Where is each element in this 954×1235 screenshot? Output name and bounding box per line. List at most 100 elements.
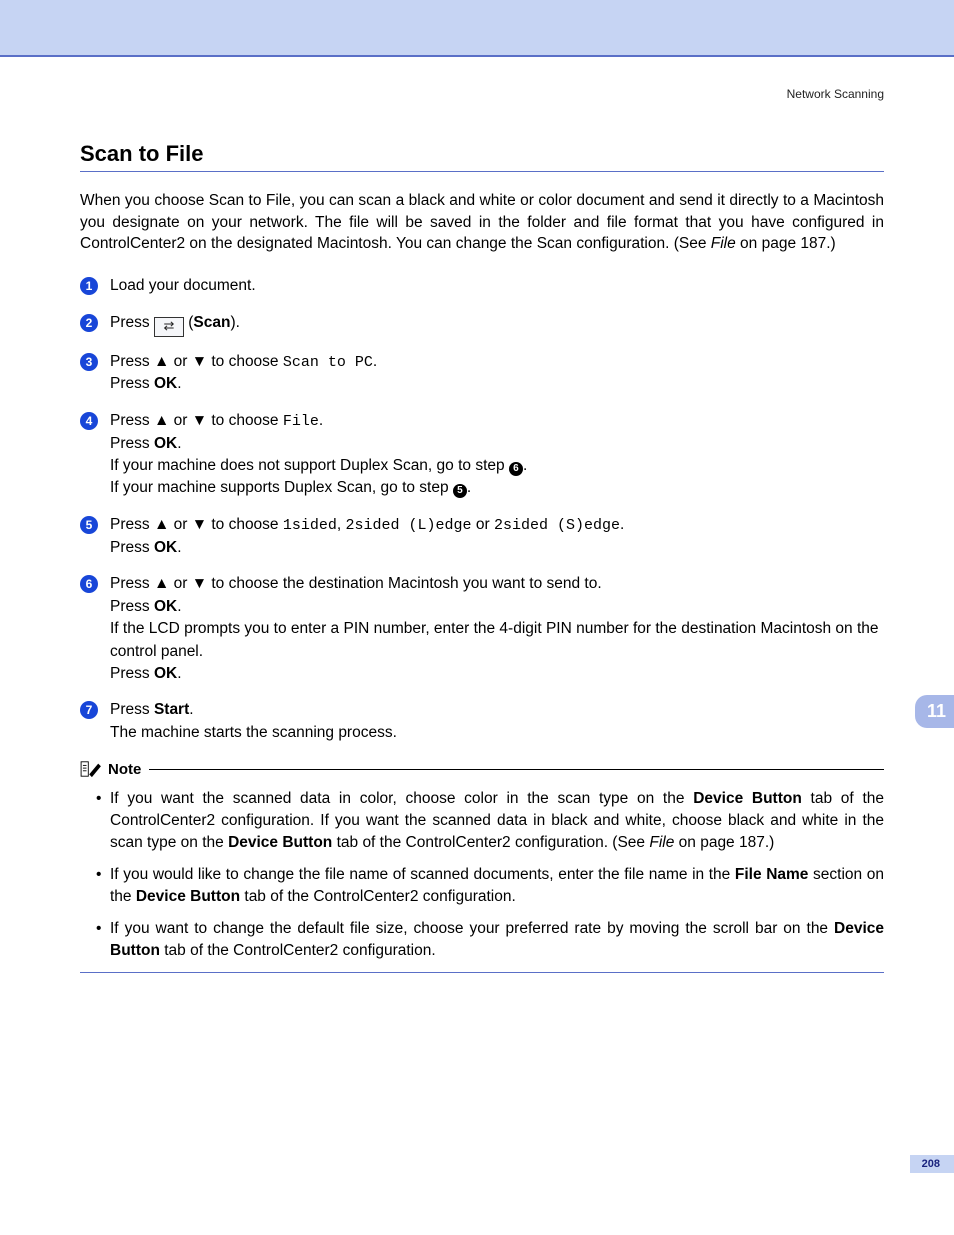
text: on page 187.) [674, 834, 774, 851]
ok-label: OK [154, 598, 177, 615]
text: Press [110, 314, 154, 331]
text: to choose the destination Macintosh you … [207, 575, 602, 592]
file-link: File [649, 834, 674, 851]
text: . [177, 598, 181, 615]
step-number-icon: 7 [80, 701, 98, 719]
text: tab of the ControlCenter2 configuration.… [332, 834, 649, 851]
step-4: 4 Press ▲ or ▼ to choose File. Press OK.… [80, 410, 884, 500]
note-item: If you want the scanned data in color, c… [96, 788, 884, 854]
text: . [189, 701, 193, 718]
text: . [177, 539, 181, 556]
text: . [177, 435, 181, 452]
text: or [169, 412, 191, 429]
note-divider [149, 769, 884, 770]
menu-option: 2sided (L)edge [346, 517, 472, 534]
step-6: 6 Press ▲ or ▼ to choose the destination… [80, 573, 884, 685]
text: or [169, 353, 191, 370]
title-underline [80, 171, 884, 172]
text: tab of the ControlCenter2 configuration. [240, 888, 516, 905]
file-name-label: File Name [735, 866, 809, 883]
step-3: 3 Press ▲ or ▼ to choose Scan to PC. Pre… [80, 351, 884, 396]
text: Press [110, 516, 154, 533]
menu-option: File [283, 413, 319, 430]
text: , [337, 516, 346, 533]
note-header: Note [80, 760, 884, 778]
step-2-body: Press ⇄ (Scan). [110, 312, 884, 337]
up-arrow-icon: ▲ [154, 412, 169, 429]
chapter-tab: 11 [915, 695, 954, 728]
text: or [472, 516, 494, 533]
step-2: 2 Press ⇄ (Scan). [80, 312, 884, 337]
text: If the LCD prompts you to enter a PIN nu… [110, 620, 879, 659]
step-7: 7 Press Start. The machine starts the sc… [80, 699, 884, 744]
text: If your machine supports Duplex Scan, go… [110, 479, 453, 496]
text: Press [110, 701, 154, 718]
text: Press [110, 353, 154, 370]
text: . [177, 375, 181, 392]
menu-option: 1sided [283, 517, 337, 534]
note-icon [80, 760, 102, 778]
text: . [523, 457, 527, 474]
text: The machine starts the scanning process. [110, 724, 397, 741]
step-ref-icon: 6 [509, 462, 523, 476]
device-button-label: Device Button [693, 790, 802, 807]
text: tab of the ControlCenter2 configuration. [160, 942, 436, 959]
text: Press [110, 375, 154, 392]
text: to choose [207, 516, 283, 533]
step-number-icon: 2 [80, 314, 98, 332]
note-label: Note [108, 761, 141, 778]
note-item: If you would like to change the file nam… [96, 864, 884, 908]
menu-option: Scan to PC [283, 354, 373, 371]
section-title: Scan to File [80, 141, 884, 167]
text: to choose [207, 412, 283, 429]
text: Press [110, 435, 154, 452]
start-label: Start [154, 701, 189, 718]
down-arrow-icon: ▼ [192, 575, 207, 592]
note-item: If you want to change the default file s… [96, 918, 884, 962]
intro-post: on page 187.) [736, 235, 836, 252]
step-ref-icon: 5 [453, 484, 467, 498]
step-5: 5 Press ▲ or ▼ to choose 1sided, 2sided … [80, 514, 884, 559]
top-banner [0, 0, 954, 57]
page-number: 208 [910, 1155, 954, 1173]
down-arrow-icon: ▼ [192, 516, 207, 533]
ok-label: OK [154, 375, 177, 392]
text: . [319, 412, 323, 429]
text: ). [230, 314, 239, 331]
step-number-icon: 6 [80, 575, 98, 593]
ok-label: OK [154, 539, 177, 556]
step-1: 1 Load your document. [80, 275, 884, 297]
text: If you want to change the default file s… [110, 920, 834, 937]
step-5-body: Press ▲ or ▼ to choose 1sided, 2sided (L… [110, 514, 884, 559]
text: to choose [207, 353, 283, 370]
step-number-icon: 5 [80, 516, 98, 534]
step-number-icon: 1 [80, 277, 98, 295]
text: If you would like to change the file nam… [110, 866, 735, 883]
text: or [169, 575, 191, 592]
text: or [169, 516, 191, 533]
up-arrow-icon: ▲ [154, 516, 169, 533]
menu-option: 2sided (S)edge [494, 517, 620, 534]
step-3-body: Press ▲ or ▼ to choose Scan to PC. Press… [110, 351, 884, 396]
note-bottom-line [80, 972, 884, 973]
text: If you want the scanned data in color, c… [110, 790, 693, 807]
intro-link: File [711, 235, 736, 252]
up-arrow-icon: ▲ [154, 575, 169, 592]
scan-label: Scan [193, 314, 230, 331]
step-number-icon: 4 [80, 412, 98, 430]
text: Press [110, 665, 154, 682]
text: . [620, 516, 624, 533]
text: Press [110, 598, 154, 615]
scan-button-icon: ⇄ [154, 317, 184, 337]
text: If your machine does not support Duplex … [110, 457, 509, 474]
down-arrow-icon: ▼ [192, 353, 207, 370]
text: Press [110, 575, 154, 592]
note-list: If you want the scanned data in color, c… [80, 788, 884, 962]
step-7-body: Press Start. The machine starts the scan… [110, 699, 884, 744]
text: Press [110, 539, 154, 556]
step-number-icon: 3 [80, 353, 98, 371]
device-button-label: Device Button [228, 834, 332, 851]
intro-paragraph: When you choose Scan to File, you can sc… [80, 190, 884, 255]
step-6-body: Press ▲ or ▼ to choose the destination M… [110, 573, 884, 685]
page-header-label: Network Scanning [80, 87, 884, 101]
